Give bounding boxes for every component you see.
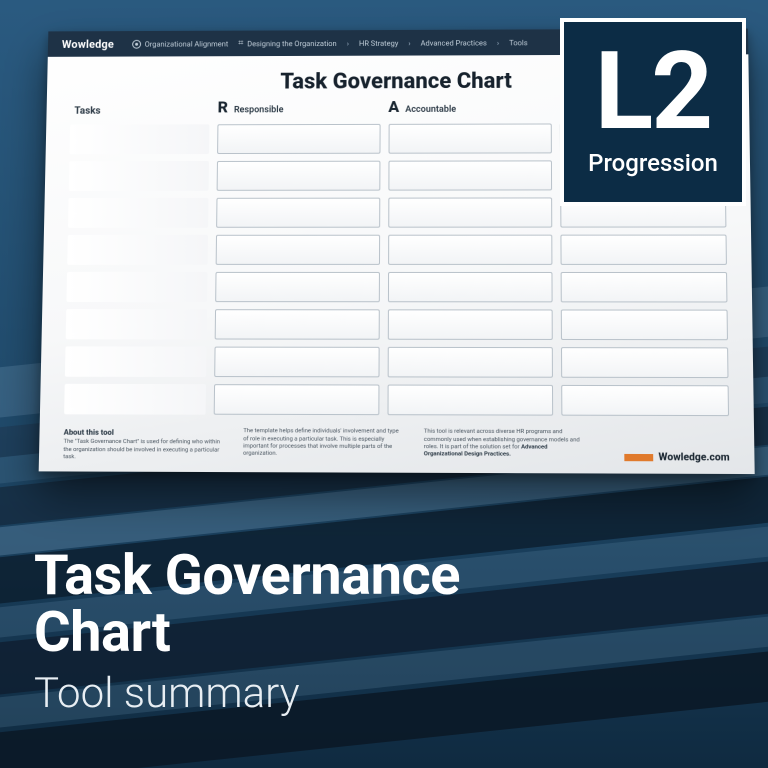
target-icon: [132, 39, 141, 48]
footer-site: Wowledge.com: [624, 452, 729, 464]
tasks-header: Tasks: [70, 106, 209, 117]
task-cell: [64, 384, 206, 415]
role-cell: [387, 309, 553, 340]
role-cell: [561, 309, 728, 340]
footer-col-3: This tool is relevant across diverse HR …: [424, 429, 587, 459]
a-letter: A: [388, 97, 399, 116]
caption: Task Governance Chart Tool summary: [34, 547, 460, 718]
task-cell: [67, 235, 208, 265]
role-cell: [388, 160, 552, 190]
doc-footer: About this tool The "Task Governance Cha…: [63, 428, 730, 464]
r-word: Responsible: [234, 105, 284, 115]
level-label: Progression: [588, 149, 718, 177]
role-cell: [214, 384, 379, 415]
role-cell: [388, 197, 553, 227]
table-row: [64, 384, 729, 416]
a-word: Accountable: [405, 105, 456, 115]
task-cell: [68, 198, 209, 228]
role-cell: [562, 385, 730, 416]
doc-brand: Wowledge: [62, 37, 114, 50]
role-cell: [215, 309, 380, 340]
task-cell: [69, 161, 209, 191]
role-cell: [388, 123, 552, 153]
role-cell: [214, 347, 379, 378]
role-cell: [561, 272, 728, 303]
caption-subtitle: Tool summary: [34, 669, 460, 718]
breadcrumb-root: Organizational Alignment: [145, 39, 229, 48]
role-cell: [217, 161, 381, 191]
task-cell: [70, 124, 210, 154]
breadcrumb-item: Advanced Practices: [421, 38, 487, 47]
role-cell: [215, 272, 379, 302]
col-responsible-header: R Responsible: [218, 97, 381, 116]
role-cell: [387, 385, 553, 416]
role-cell: [217, 124, 380, 154]
r-letter: R: [218, 98, 229, 117]
footer-template-text: The template helps define individuals' i…: [243, 428, 406, 458]
role-cell: [216, 198, 380, 228]
role-cell: [561, 235, 727, 265]
brand-bar-icon: [624, 454, 653, 461]
task-cell: [66, 309, 207, 339]
role-cell: [561, 347, 728, 378]
footer-col-2: The template helps define individuals' i…: [243, 428, 406, 458]
footer-site-text: Wowledge.com: [658, 452, 729, 464]
chevron-right-icon: ›: [408, 38, 410, 47]
chevron-right-icon: ›: [497, 38, 499, 47]
chevron-right-icon: ›: [347, 39, 349, 48]
footer-col-1: About this tool The "Task Governance Cha…: [63, 428, 225, 462]
breadcrumb-item: HR Strategy: [359, 38, 398, 47]
role-cell: [387, 347, 553, 378]
breadcrumb-item: Designing the Organization: [247, 39, 337, 48]
breadcrumb-item: Tools: [509, 38, 527, 47]
role-cell: [216, 235, 380, 265]
task-cell: [65, 346, 207, 377]
table-row: [66, 272, 727, 303]
level-code: L2: [595, 41, 711, 144]
caption-title-line-2: Chart: [34, 604, 460, 661]
breadcrumb: Organizational Alignment ⌗ Designing the…: [132, 37, 528, 48]
footer-about-text: The "Task Governance Chart" is used for …: [63, 439, 225, 462]
caption-title-line-1: Task Governance: [34, 547, 460, 604]
footer-about-heading: About this tool: [64, 428, 225, 438]
role-cell: [388, 235, 553, 265]
table-row: [67, 235, 727, 265]
level-badge: L2 Progression: [560, 18, 746, 206]
org-chart-icon: ⌗: [238, 38, 243, 48]
role-cell: [388, 272, 553, 302]
col-accountable-header: A Accountable: [388, 97, 552, 116]
table-row: [66, 309, 728, 340]
footer-relevance-text: This tool is relevant across diverse HR …: [424, 429, 587, 459]
task-cell: [66, 272, 207, 302]
table-row: [65, 346, 729, 378]
